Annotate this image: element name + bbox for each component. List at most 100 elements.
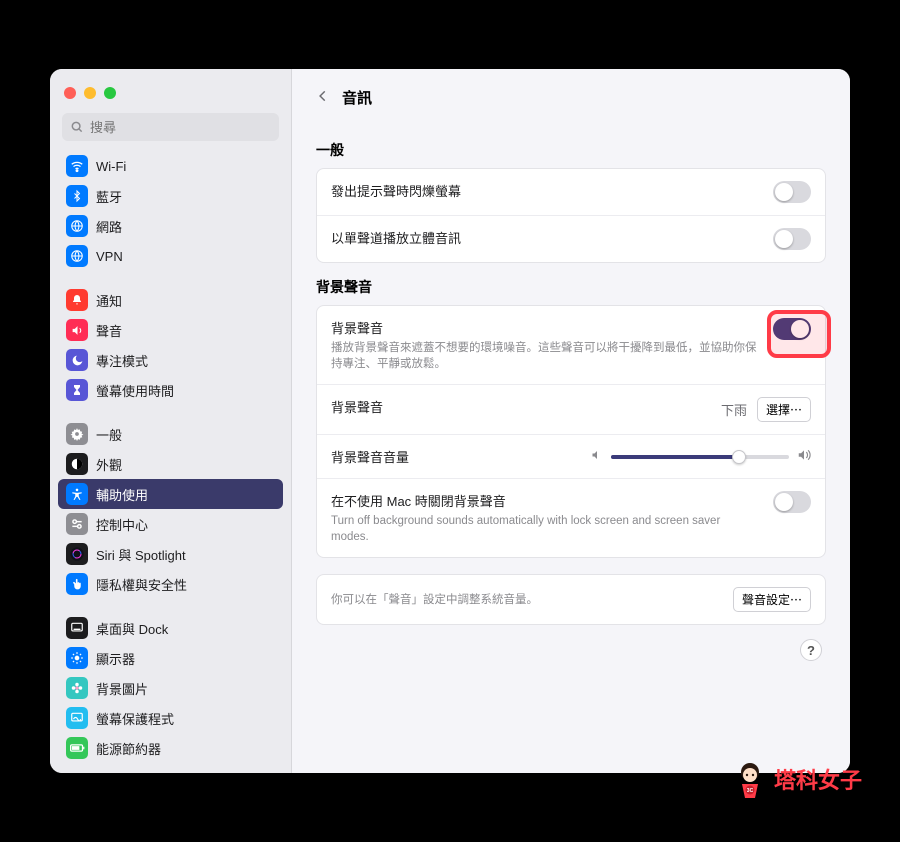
sidebar-item-label: 桌面與 Dock — [96, 619, 168, 638]
sidebar-item-moon[interactable]: 專注模式 — [58, 345, 283, 375]
sidebar-item-label: 藍牙 — [96, 187, 122, 206]
sidebar-item-switches[interactable]: 控制中心 — [58, 509, 283, 539]
sidebar-item-label: VPN — [96, 249, 123, 264]
moon-icon — [66, 349, 88, 371]
sidebar-item-bell[interactable]: 通知 — [58, 285, 283, 315]
speaker-icon — [66, 319, 88, 341]
sidebar-item-label: 外觀 — [96, 455, 122, 474]
volume-high-icon — [797, 448, 811, 465]
hand-icon — [66, 573, 88, 595]
page-title: 音訊 — [342, 87, 372, 108]
close-icon[interactable] — [64, 87, 76, 99]
sidebar-item-label: 顯示器 — [96, 649, 135, 668]
window-controls — [50, 79, 291, 113]
flash-toggle[interactable] — [773, 181, 811, 203]
section-general-title: 一般 — [316, 140, 826, 160]
row-label: 在不使用 Mac 時關閉背景聲音 — [331, 491, 757, 510]
row-label: 背景聲音音量 — [331, 447, 409, 466]
sidebar-item-label: 一般 — [96, 425, 122, 444]
accessibility-icon — [66, 483, 88, 505]
sidebar-item-hourglass[interactable]: 螢幕使用時間 — [58, 375, 283, 405]
row-bg-lock: 在不使用 Mac 時關閉背景聲音 Turn off background sou… — [317, 478, 825, 557]
sidebar-item-accessibility[interactable]: 輔助使用 — [58, 479, 283, 509]
bg-sound-value: 下雨 — [721, 400, 747, 419]
sidebar-item-wifi[interactable]: Wi-Fi — [58, 151, 283, 181]
sun-icon — [66, 647, 88, 669]
sidebar-item-label: 控制中心 — [96, 515, 148, 534]
sidebar-item-dock[interactable]: 桌面與 Dock — [58, 613, 283, 643]
sidebar-item-label: Wi-Fi — [96, 159, 126, 174]
sidebar-nav: Wi-Fi 藍牙網路 VPN 通知聲音專注模式螢幕使用時間一般外觀輔助使用控制中心 Si… — [50, 151, 291, 773]
sidebar-item-contrast[interactable]: 外觀 — [58, 449, 283, 479]
sidebar-item-label: 專注模式 — [96, 351, 148, 370]
row-label: 發出提示聲時閃爍螢幕 — [331, 181, 461, 200]
sidebar-item-screensaver[interactable]: 螢幕保護程式 — [58, 703, 283, 733]
row-bg-select: 背景聲音 下雨 選擇⋯ — [317, 384, 825, 434]
sidebar-item-speaker[interactable]: 聲音 — [58, 315, 283, 345]
row-mono-audio: 以單聲道播放立體音訊 — [317, 215, 825, 262]
sidebar-item-sun[interactable]: 顯示器 — [58, 643, 283, 673]
row-bg-volume: 背景聲音音量 — [317, 434, 825, 478]
row-label: 背景聲音 — [331, 397, 383, 416]
row-label: 以單聲道播放立體音訊 — [331, 228, 461, 247]
bluetooth-icon — [66, 185, 88, 207]
sidebar-item-globe[interactable]: VPN — [58, 241, 283, 271]
chevron-left-icon — [316, 87, 330, 105]
bg-lock-toggle[interactable] — [773, 491, 811, 513]
sidebar-item-battery[interactable]: 能源節約器 — [58, 733, 283, 763]
sidebar-item-label: 輔助使用 — [96, 485, 148, 504]
settings-window: Wi-Fi藍牙網路VPN通知聲音專注模式螢幕使用時間一般外觀輔助使用控制中心Si… — [50, 69, 850, 773]
sidebar-item-label: 背景圖片 — [96, 679, 148, 698]
row-flash-screen: 發出提示聲時閃爍螢幕 — [317, 169, 825, 215]
sidebar-item-label: 能源節約器 — [96, 739, 161, 758]
screensaver-icon — [66, 707, 88, 729]
sidebar-item-label: 螢幕使用時間 — [96, 381, 174, 400]
bell-icon — [66, 289, 88, 311]
row-bg-main: 背景聲音 播放背景聲音來遮蓋不想要的環境噪音。這些聲音可以將干擾降到最低，並協助… — [317, 306, 825, 384]
search-icon — [70, 120, 84, 134]
search-field[interactable] — [62, 113, 279, 141]
svg-text:3C: 3C — [747, 788, 754, 794]
sidebar-item-label: 通知 — [96, 291, 122, 310]
minimize-icon[interactable] — [84, 87, 96, 99]
sidebar-item-label: 隱私權與安全性 — [96, 575, 187, 594]
sidebar-item-bluetooth[interactable]: 藍牙 — [58, 181, 283, 211]
row-sub: Turn off background sounds automatically… — [331, 513, 757, 545]
sidebar-item-flower[interactable]: 背景圖片 — [58, 673, 283, 703]
volume-low-icon — [591, 449, 603, 464]
bg-card: 背景聲音 播放背景聲音來遮蓋不想要的環境噪音。這些聲音可以將干擾降到最低，並協助… — [316, 305, 826, 558]
main-panel: 音訊 一般 發出提示聲時閃爍螢幕 以單聲道播放立體音訊 背景聲音 背景聲音 — [292, 69, 850, 773]
watermark: 3C 塔科女子 — [732, 758, 862, 800]
sidebar-item-label: 螢幕保護程式 — [96, 709, 174, 728]
wifi-icon — [66, 155, 88, 177]
sidebar-item-siri[interactable]: Siri 與 Spotlight — [58, 539, 283, 569]
sidebar-item-label: 網路 — [96, 217, 122, 236]
general-card: 發出提示聲時閃爍螢幕 以單聲道播放立體音訊 — [316, 168, 826, 263]
flower-icon — [66, 677, 88, 699]
content: 一般 發出提示聲時閃爍螢幕 以單聲道播放立體音訊 背景聲音 背景聲音 播放背景聲… — [292, 120, 850, 685]
gear-icon — [66, 423, 88, 445]
switches-icon — [66, 513, 88, 535]
section-bg-title: 背景聲音 — [316, 277, 826, 297]
sidebar: Wi-Fi 藍牙網路 VPN 通知聲音專注模式螢幕使用時間一般外觀輔助使用控制中心 Si… — [50, 69, 292, 773]
bg-sounds-toggle[interactable] — [773, 318, 811, 340]
back-button[interactable] — [316, 87, 330, 108]
sound-settings-button[interactable]: 聲音設定⋯ — [733, 587, 811, 612]
sidebar-item-globe[interactable]: 網路 — [58, 211, 283, 241]
choose-sound-button[interactable]: 選擇⋯ — [757, 397, 811, 422]
mascot-icon: 3C — [732, 758, 768, 800]
sidebar-item-hand[interactable]: 隱私權與安全性 — [58, 569, 283, 599]
hourglass-icon — [66, 379, 88, 401]
bg-volume-slider[interactable] — [611, 455, 789, 459]
watermark-text: 塔科女子 — [774, 763, 862, 795]
battery-icon — [66, 737, 88, 759]
globe-icon — [66, 245, 88, 267]
zoom-icon[interactable] — [104, 87, 116, 99]
sidebar-item-gear[interactable]: 一般 — [58, 419, 283, 449]
contrast-icon — [66, 453, 88, 475]
help-button[interactable]: ? — [800, 639, 822, 661]
sidebar-item-label: 聲音 — [96, 321, 122, 340]
dock-icon — [66, 617, 88, 639]
mono-toggle[interactable] — [773, 228, 811, 250]
search-input[interactable] — [90, 120, 271, 135]
